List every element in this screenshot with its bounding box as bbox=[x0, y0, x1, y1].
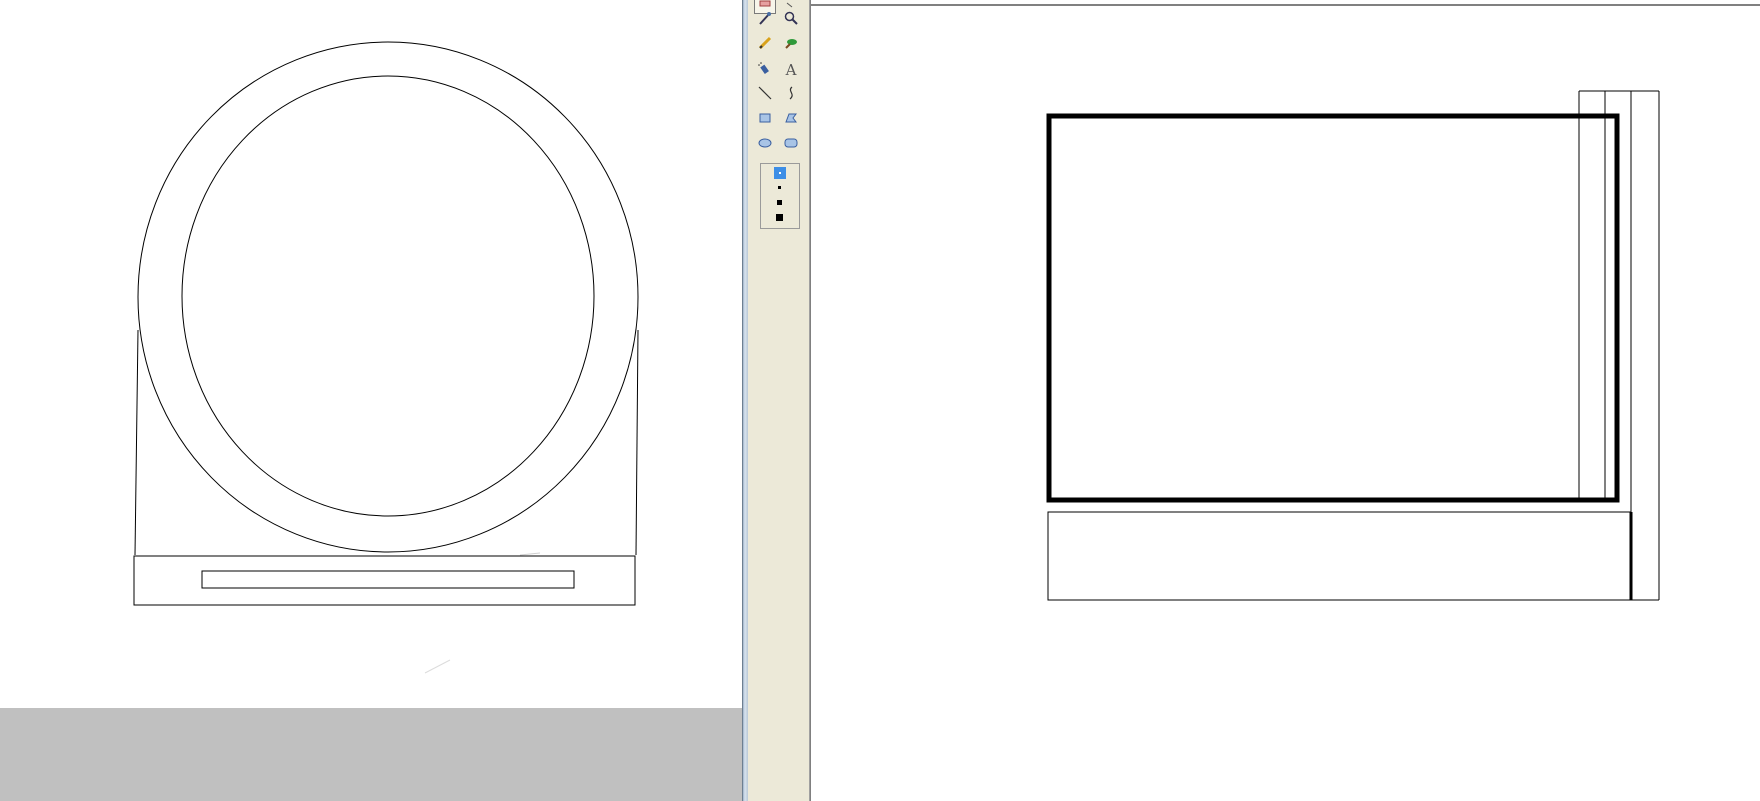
curve-tool[interactable] bbox=[780, 84, 802, 106]
line-tool[interactable] bbox=[754, 84, 776, 106]
polygon-icon bbox=[783, 110, 799, 130]
right-drawing bbox=[1046, 90, 1660, 601]
rectangle-tool[interactable] bbox=[754, 109, 776, 131]
left-drawing bbox=[133, 41, 639, 674]
rectangle-icon bbox=[757, 110, 773, 130]
ellipse-tool[interactable] bbox=[754, 134, 776, 156]
magnifier-tool[interactable] bbox=[780, 9, 802, 31]
line-size-3[interactable] bbox=[777, 200, 782, 205]
line-size-4[interactable] bbox=[776, 214, 783, 221]
line-size-2[interactable] bbox=[778, 186, 781, 189]
ellipse-icon bbox=[757, 135, 773, 155]
brush-tool[interactable] bbox=[780, 34, 802, 56]
thick-frame bbox=[1046, 113, 1620, 503]
line-size-1[interactable] bbox=[779, 172, 781, 174]
curve-icon bbox=[783, 85, 799, 105]
pencil-icon bbox=[757, 35, 773, 55]
text-icon: A bbox=[785, 61, 797, 79]
pencil-tool[interactable] bbox=[754, 34, 776, 56]
rounded-rectangle-tool[interactable] bbox=[780, 134, 802, 156]
left-drawing-canvas[interactable] bbox=[0, 0, 742, 708]
airbrush-icon bbox=[757, 60, 773, 80]
left-upright bbox=[134, 329, 139, 556]
eyedropper-icon bbox=[757, 10, 773, 30]
desktop: A bbox=[0, 0, 1760, 801]
rounded-rectangle-icon bbox=[783, 135, 799, 155]
base-slot bbox=[201, 570, 575, 589]
magnifier-icon bbox=[783, 10, 799, 30]
right-drawing-canvas[interactable] bbox=[810, 0, 1760, 801]
inner-ring bbox=[181, 75, 595, 517]
text-tool[interactable]: A bbox=[780, 59, 802, 81]
bottom-base bbox=[1047, 511, 1632, 601]
right-upright bbox=[635, 329, 639, 556]
brush-icon bbox=[783, 35, 799, 55]
toolbox: A bbox=[748, 0, 810, 801]
line-size-selector bbox=[760, 163, 800, 229]
left-workspace-area bbox=[0, 708, 742, 801]
stand-base bbox=[133, 555, 636, 606]
outer-ring bbox=[137, 41, 639, 553]
line-icon bbox=[757, 85, 773, 105]
color-picker-tool[interactable] bbox=[754, 9, 776, 31]
polygon-tool[interactable] bbox=[780, 109, 802, 131]
airbrush-tool[interactable] bbox=[754, 59, 776, 81]
